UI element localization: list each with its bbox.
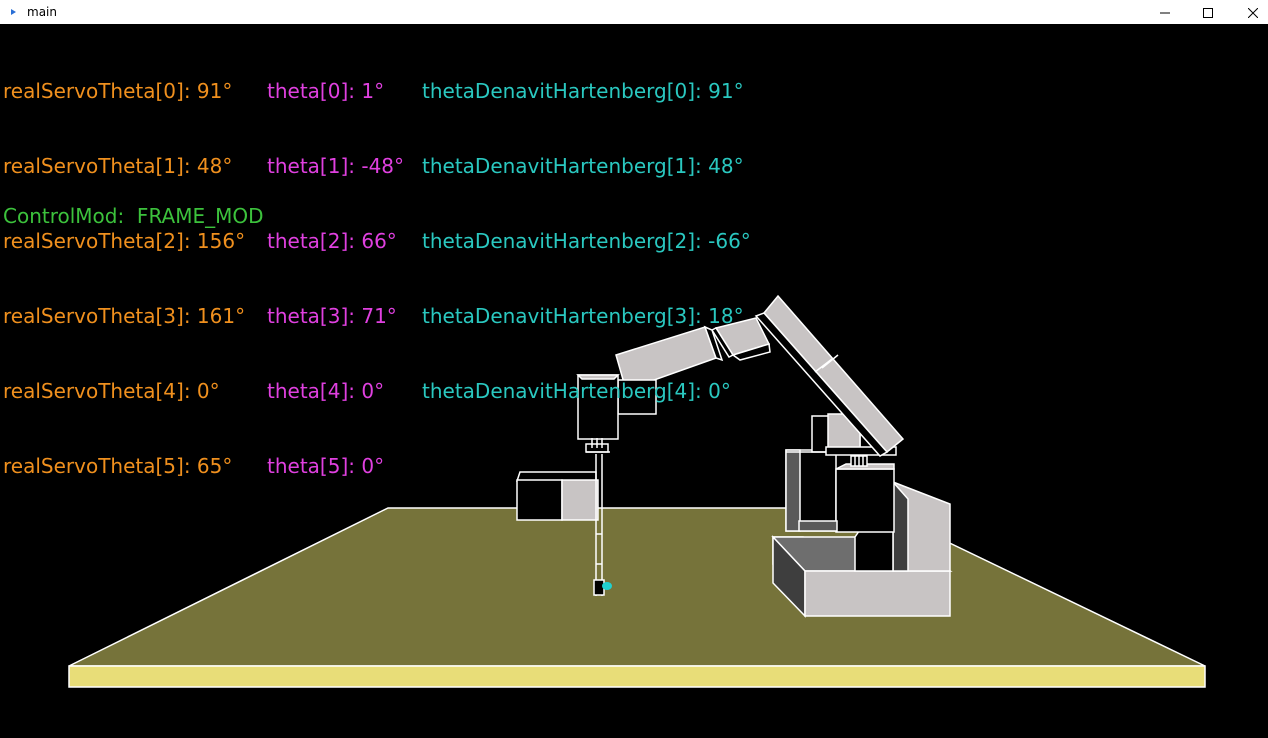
real-servo-theta-1: realServoTheta[1]: 48° bbox=[3, 154, 233, 178]
maximize-icon bbox=[1203, 3, 1213, 22]
3d-viewport[interactable]: realServoTheta[0]: 91° realServoTheta[1]… bbox=[0, 24, 1268, 738]
close-icon bbox=[1247, 3, 1259, 22]
theta-dh-0: thetaDenavitHartenberg[0]: 91° bbox=[422, 79, 744, 103]
real-servo-theta-4: realServoTheta[4]: 0° bbox=[3, 379, 220, 403]
minimize-button[interactable] bbox=[1142, 0, 1188, 24]
real-servo-theta-5: realServoTheta[5]: 65° bbox=[3, 454, 233, 478]
minimize-icon bbox=[1160, 3, 1170, 22]
theta-2: theta[2]: 66° bbox=[267, 229, 397, 253]
floor-front-edge bbox=[68, 665, 1206, 688]
floor-plane bbox=[68, 507, 1206, 667]
theta-dh-column: thetaDenavitHartenberg[0]: 91° thetaDena… bbox=[422, 29, 751, 454]
real-servo-theta-2: realServoTheta[2]: 156° bbox=[3, 229, 246, 253]
app-icon bbox=[7, 6, 19, 18]
real-servo-theta-column: realServoTheta[0]: 91° realServoTheta[1]… bbox=[3, 29, 245, 529]
window-title: main bbox=[27, 5, 57, 19]
theta-dh-3: thetaDenavitHartenberg[3]: 18° bbox=[422, 304, 744, 328]
theta-0: theta[0]: 1° bbox=[267, 79, 385, 103]
base-servo bbox=[785, 449, 895, 533]
maximize-button[interactable] bbox=[1185, 0, 1231, 24]
theta-dh-1: thetaDenavitHartenberg[1]: 48° bbox=[422, 154, 744, 178]
theta-4: theta[4]: 0° bbox=[267, 379, 385, 403]
close-button[interactable] bbox=[1230, 0, 1268, 24]
theta-dh-4: thetaDenavitHartenberg[4]: 0° bbox=[422, 379, 731, 403]
gripper-tip-marker bbox=[602, 582, 612, 590]
theta-5: theta[5]: 0° bbox=[267, 454, 385, 478]
theta-1: theta[1]: -48° bbox=[267, 154, 405, 178]
real-servo-theta-3: realServoTheta[3]: 161° bbox=[3, 304, 246, 328]
window-titlebar: main bbox=[0, 0, 1268, 24]
theta-column: theta[0]: 1° theta[1]: -48° theta[2]: 66… bbox=[267, 29, 404, 529]
real-servo-theta-0: realServoTheta[0]: 91° bbox=[3, 79, 233, 103]
control-mode-label: ControlMod: FRAME_MOD bbox=[3, 204, 264, 228]
theta-3: theta[3]: 71° bbox=[267, 304, 397, 328]
theta-dh-2: thetaDenavitHartenberg[2]: -66° bbox=[422, 229, 751, 253]
